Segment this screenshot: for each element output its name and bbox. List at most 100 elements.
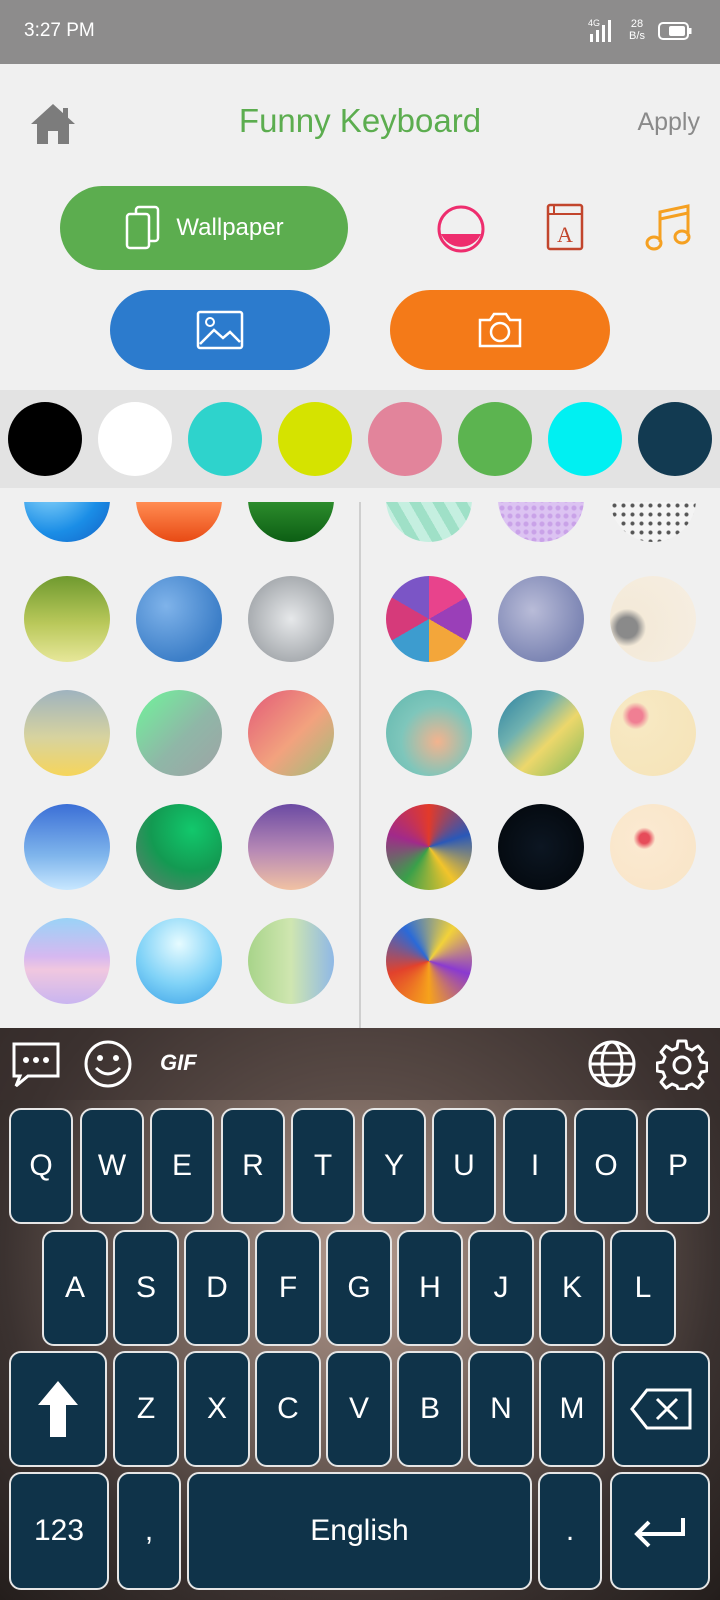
gallery-button[interactable]: [110, 290, 330, 370]
key-v[interactable]: V: [326, 1351, 392, 1467]
font-color-icon[interactable]: [436, 204, 486, 254]
pattern-bg-option[interactable]: [386, 918, 472, 1004]
keyboard-preview: GIF Q W E R T Y U I O P A S D F G H J K …: [0, 1028, 720, 1600]
pattern-bg-option[interactable]: [498, 576, 584, 662]
key-w[interactable]: W: [80, 1108, 144, 1224]
key-o[interactable]: O: [574, 1108, 638, 1224]
color-swatch-pink[interactable]: [368, 402, 442, 476]
app-header: Funny Keyboard Apply: [0, 64, 720, 180]
grid-divider: [359, 502, 361, 1028]
shift-arrow-icon: [38, 1381, 78, 1437]
key-j[interactable]: J: [468, 1230, 534, 1346]
gradient-bg-option[interactable]: [24, 804, 110, 890]
key-g[interactable]: G: [326, 1230, 392, 1346]
gradient-bg-option[interactable]: [136, 502, 222, 542]
color-swatch-cyan[interactable]: [548, 402, 622, 476]
pattern-bg-option[interactable]: [610, 690, 696, 776]
period-key[interactable]: .: [538, 1472, 602, 1590]
network-speed-value: 28: [630, 18, 644, 30]
message-icon[interactable]: [10, 1038, 62, 1090]
gradient-bg-option[interactable]: [248, 690, 334, 776]
pattern-bg-option[interactable]: [498, 690, 584, 776]
keyboard-toolbar: GIF: [0, 1028, 720, 1100]
svg-text:4G: 4G: [588, 18, 600, 28]
gradient-bg-option[interactable]: [248, 576, 334, 662]
key-r[interactable]: R: [221, 1108, 285, 1224]
key-t[interactable]: T: [291, 1108, 355, 1224]
color-swatch-row: [0, 390, 720, 488]
globe-icon[interactable]: [586, 1038, 638, 1090]
svg-text:A: A: [557, 222, 573, 247]
key-u[interactable]: U: [432, 1108, 496, 1224]
pattern-bg-option[interactable]: [498, 804, 584, 890]
enter-key[interactable]: [610, 1472, 710, 1590]
page-title: Funny Keyboard: [238, 102, 482, 139]
status-bar: 3:27 PM 4G 28 B/s: [0, 0, 720, 64]
space-key[interactable]: English: [187, 1472, 532, 1590]
color-swatch-white[interactable]: [98, 402, 172, 476]
gradient-bg-option[interactable]: [136, 918, 222, 1004]
key-b[interactable]: B: [397, 1351, 463, 1467]
key-q[interactable]: Q: [9, 1108, 73, 1224]
pattern-bg-option[interactable]: [610, 804, 696, 890]
pattern-bg-option[interactable]: [610, 502, 696, 542]
color-swatch-black[interactable]: [8, 402, 82, 476]
gradient-bg-option[interactable]: [136, 690, 222, 776]
color-swatch-teal[interactable]: [188, 402, 262, 476]
font-book-icon[interactable]: A: [544, 202, 586, 252]
comma-key[interactable]: ,: [117, 1472, 181, 1590]
key-h[interactable]: H: [397, 1230, 463, 1346]
gradient-bg-option[interactable]: [248, 918, 334, 1004]
numbers-key[interactable]: 123: [9, 1472, 109, 1590]
gradient-bg-option[interactable]: [136, 576, 222, 662]
image-icon: [196, 310, 244, 350]
key-i[interactable]: I: [503, 1108, 567, 1224]
status-time: 3:27 PM: [24, 20, 95, 41]
pattern-bg-option[interactable]: [386, 502, 472, 542]
enter-return-icon: [634, 1518, 685, 1548]
pattern-bg-option[interactable]: [386, 576, 472, 662]
gradient-bg-option[interactable]: [248, 502, 334, 542]
camera-button[interactable]: [390, 290, 610, 370]
settings-gear-icon[interactable]: [656, 1038, 708, 1090]
shift-key[interactable]: [9, 1351, 107, 1467]
key-z[interactable]: Z: [113, 1351, 179, 1467]
color-swatch-green[interactable]: [458, 402, 532, 476]
backspace-key[interactable]: [612, 1351, 710, 1467]
network-speed-unit: B/s: [629, 30, 645, 42]
gradient-bg-option[interactable]: [24, 502, 110, 542]
network-speed: 28 B/s: [624, 18, 650, 42]
key-a[interactable]: A: [42, 1230, 108, 1346]
gradient-bg-option[interactable]: [136, 804, 222, 890]
camera-icon: [478, 312, 522, 348]
wallpaper-button[interactable]: Wallpaper: [60, 186, 348, 270]
music-note-icon[interactable]: [644, 202, 692, 254]
emoji-icon[interactable]: [82, 1038, 134, 1090]
key-y[interactable]: Y: [362, 1108, 426, 1224]
key-p[interactable]: P: [646, 1108, 710, 1224]
key-d[interactable]: D: [184, 1230, 250, 1346]
key-f[interactable]: F: [255, 1230, 321, 1346]
pattern-bg-option[interactable]: [386, 804, 472, 890]
gradient-bg-option[interactable]: [248, 804, 334, 890]
key-l[interactable]: L: [610, 1230, 676, 1346]
pattern-bg-option[interactable]: [386, 690, 472, 776]
gradient-bg-option[interactable]: [24, 576, 110, 662]
color-swatch-lime[interactable]: [278, 402, 352, 476]
color-swatch-navy[interactable]: [638, 402, 712, 476]
key-m[interactable]: M: [539, 1351, 605, 1467]
pattern-bg-option[interactable]: [610, 576, 696, 662]
gradient-bg-option[interactable]: [24, 690, 110, 776]
battery-icon: [658, 22, 692, 40]
key-n[interactable]: N: [468, 1351, 534, 1467]
key-x[interactable]: X: [184, 1351, 250, 1467]
apply-button[interactable]: Apply: [637, 108, 700, 137]
key-e[interactable]: E: [150, 1108, 214, 1224]
pattern-bg-option[interactable]: [498, 502, 584, 542]
gif-button[interactable]: GIF: [160, 1050, 197, 1076]
key-c[interactable]: C: [255, 1351, 321, 1467]
backspace-icon: [630, 1388, 692, 1430]
key-k[interactable]: K: [539, 1230, 605, 1346]
gradient-bg-option[interactable]: [24, 918, 110, 1004]
key-s[interactable]: S: [113, 1230, 179, 1346]
